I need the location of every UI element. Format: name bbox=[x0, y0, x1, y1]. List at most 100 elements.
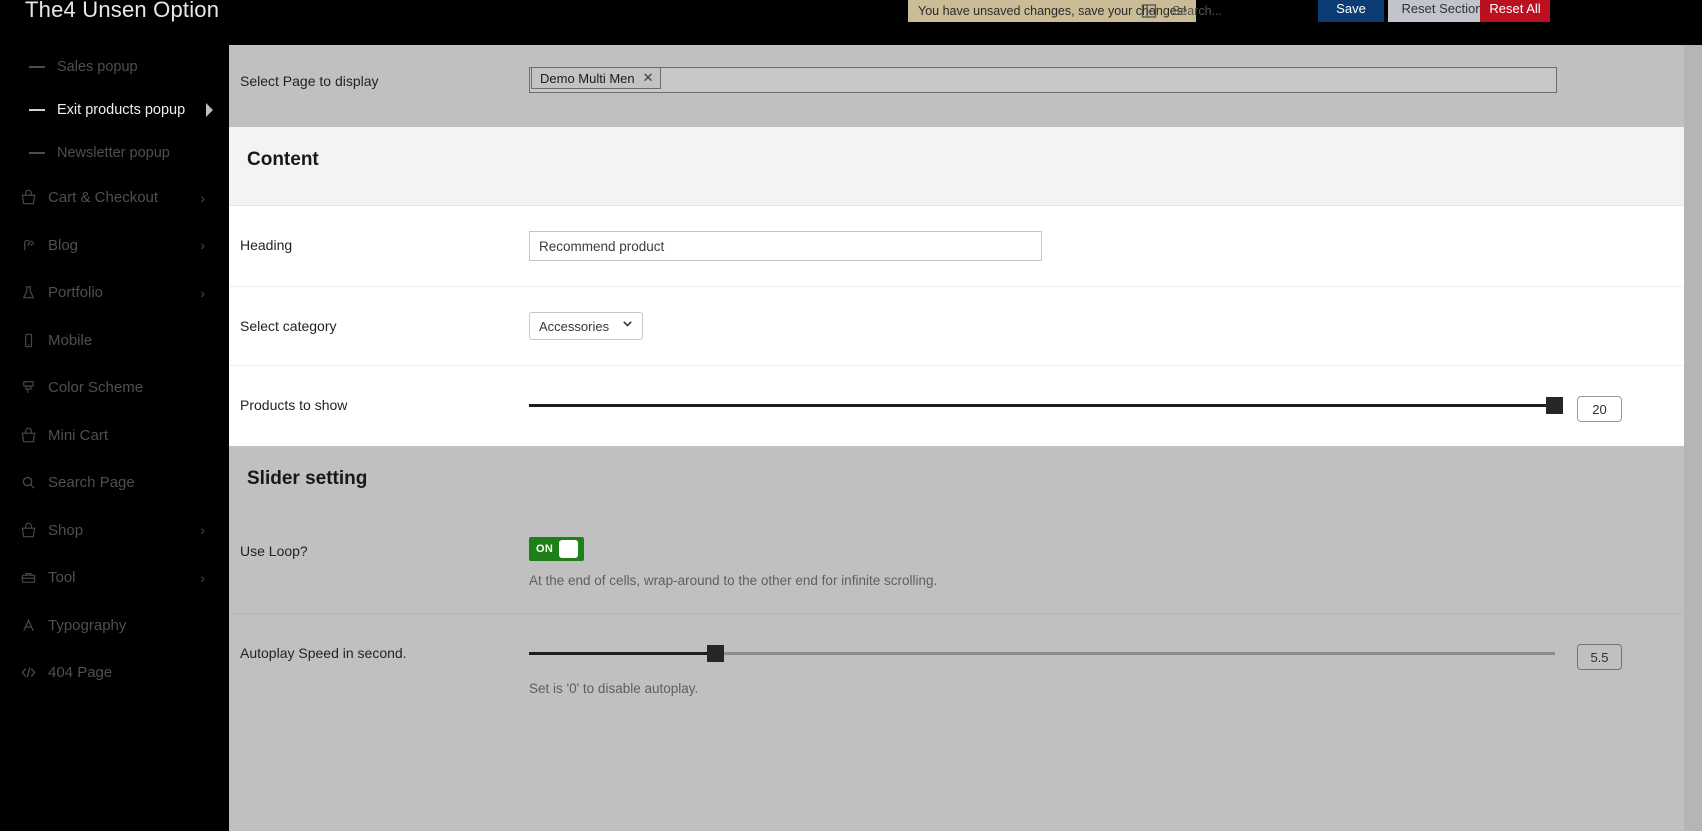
blog-icon bbox=[18, 235, 38, 255]
mobile-icon bbox=[18, 330, 38, 350]
reset-all-button[interactable]: Reset All bbox=[1480, 0, 1550, 22]
sidebar-item-label: Mini Cart bbox=[48, 426, 109, 444]
category-select-wrap: Accessories bbox=[529, 312, 643, 340]
chevron-right-icon: › bbox=[200, 189, 205, 206]
field-label: Autoplay Speed in second. bbox=[240, 645, 407, 661]
slider-fill bbox=[529, 404, 1555, 407]
chevron-right-icon: › bbox=[200, 284, 205, 301]
cart-icon bbox=[18, 425, 38, 445]
toolbox-icon bbox=[18, 568, 38, 588]
field-helper-text: At the end of cells, wrap-around to the … bbox=[529, 573, 938, 588]
sidebar-item-label: Cart & Checkout bbox=[48, 189, 159, 207]
sidebar-item-shop[interactable]: Shop › bbox=[0, 507, 229, 555]
options-inner: Select Page to display Demo Multi Men ✕ … bbox=[229, 45, 1684, 721]
autoplay-speed-slider[interactable] bbox=[529, 639, 1684, 670]
sidebar-item-color-scheme[interactable]: Color Scheme bbox=[0, 364, 229, 412]
sidebar-item-label: Sales popup bbox=[57, 58, 138, 75]
remove-tag-icon[interactable]: ✕ bbox=[643, 70, 654, 86]
products-to-show-slider[interactable] bbox=[529, 391, 1684, 422]
chevron-right-icon: › bbox=[200, 237, 205, 254]
category-select[interactable]: Accessories bbox=[529, 312, 643, 340]
page-title: The4 Unsen Option bbox=[25, 0, 220, 22]
toggle-knob bbox=[559, 540, 579, 558]
tag-label: Demo Multi Men bbox=[540, 70, 635, 86]
field-control: Demo Multi Men ✕ bbox=[529, 67, 1684, 93]
field-heading: Heading bbox=[229, 206, 1684, 287]
sidebar-item-sales-popup[interactable]: Sales popup bbox=[0, 45, 229, 88]
section-content: Content Heading Select category Accessor… bbox=[229, 127, 1684, 446]
field-select-page-to-display: Select Page to display Demo Multi Men ✕ bbox=[229, 45, 1684, 127]
sidebar-item-label: Blog bbox=[48, 236, 79, 254]
options-panel-app: The4 Unsen Option You have unsaved chang… bbox=[0, 0, 1702, 831]
sidebar-item-blog[interactable]: Blog › bbox=[0, 222, 229, 270]
sidebar-item-label: Newsletter popup bbox=[57, 144, 170, 161]
search-input[interactable] bbox=[1172, 0, 1322, 22]
field-control bbox=[529, 391, 1684, 422]
cart-icon bbox=[18, 188, 38, 208]
sidebar-item-label: Mobile bbox=[48, 331, 93, 349]
sidebar: Sales popup Exit products popup Newslett… bbox=[0, 45, 229, 831]
field-autoplay-speed: Autoplay Speed in second. Set is '0' to … bbox=[229, 614, 1684, 721]
chevron-right-icon: › bbox=[200, 569, 205, 586]
search-icon bbox=[18, 473, 38, 493]
typography-icon bbox=[18, 615, 38, 635]
heading-input[interactable] bbox=[529, 231, 1042, 261]
chevron-right-icon: › bbox=[200, 522, 205, 539]
sidebar-item-label: Color Scheme bbox=[48, 379, 144, 397]
field-label: Products to show bbox=[240, 397, 348, 413]
field-select-category: Select category Accessories bbox=[229, 287, 1684, 366]
sidebar-item-exit-products-popup[interactable]: Exit products popup bbox=[0, 88, 229, 131]
sidebar-item-label: Shop bbox=[48, 521, 84, 539]
field-label: Use Loop? bbox=[240, 543, 308, 559]
section-title-slider-setting: Slider setting bbox=[229, 446, 1684, 512]
dash-icon bbox=[29, 65, 45, 68]
field-control bbox=[529, 231, 1684, 261]
sidebar-item-search-page[interactable]: Search Page bbox=[0, 459, 229, 507]
sidebar-item-label: 404 Page bbox=[48, 664, 113, 682]
sidebar-item-label: Exit products popup bbox=[57, 101, 186, 118]
sidebar-item-tool[interactable]: Tool › bbox=[0, 554, 229, 602]
sidebar-item-newsletter-popup[interactable]: Newsletter popup bbox=[0, 131, 229, 174]
sidebar-item-portfolio[interactable]: Portfolio › bbox=[0, 269, 229, 317]
slider-handle[interactable] bbox=[706, 645, 724, 662]
top-bar: The4 Unsen Option You have unsaved chang… bbox=[0, 0, 1702, 45]
field-label: Select category bbox=[240, 318, 337, 334]
sidebar-item-404-page[interactable]: 404 Page bbox=[0, 649, 229, 697]
section-slider-setting: Slider setting Use Loop? ON At the end o… bbox=[229, 446, 1684, 721]
use-loop-toggle[interactable]: ON bbox=[529, 537, 584, 561]
field-helper-text: Set is '0' to disable autoplay. bbox=[529, 681, 699, 696]
sidebar-item-cart-checkout[interactable]: Cart & Checkout › bbox=[0, 174, 229, 222]
flask-icon bbox=[18, 283, 38, 303]
sidebar-item-label: Typography bbox=[48, 616, 127, 634]
page-multiselect[interactable]: Demo Multi Men ✕ bbox=[529, 67, 1557, 93]
field-control: Accessories bbox=[529, 312, 1684, 340]
cart-icon bbox=[18, 520, 38, 540]
dash-icon bbox=[29, 108, 45, 111]
active-pointer-icon bbox=[206, 102, 213, 117]
sidebar-item-mini-cart[interactable]: Mini Cart bbox=[0, 412, 229, 460]
dash-icon bbox=[29, 151, 45, 154]
field-label: Select Page to display bbox=[240, 73, 379, 89]
vertical-scrollbar[interactable] bbox=[1684, 45, 1702, 831]
field-control: Set is '0' to disable autoplay. bbox=[529, 639, 1684, 696]
section-title-content: Content bbox=[229, 127, 1684, 206]
brush-icon bbox=[18, 378, 38, 398]
sidebar-item-mobile[interactable]: Mobile bbox=[0, 317, 229, 365]
sidebar-item-label: Portfolio bbox=[48, 284, 104, 302]
sidebar-item-label: Tool bbox=[48, 569, 76, 587]
sidebar-item-typography[interactable]: Typography bbox=[0, 602, 229, 650]
collapse-menu-icon[interactable] bbox=[1141, 3, 1157, 19]
slider-handle[interactable] bbox=[1546, 397, 1563, 414]
options-content: Select Page to display Demo Multi Men ✕ … bbox=[229, 45, 1702, 831]
code-icon bbox=[18, 663, 38, 683]
slider-fill bbox=[529, 652, 716, 655]
toggle-state-label: ON bbox=[536, 543, 554, 555]
sidebar-item-label: Search Page bbox=[48, 474, 135, 492]
field-products-to-show: Products to show bbox=[229, 366, 1684, 446]
products-to-show-value[interactable] bbox=[1577, 396, 1622, 422]
autoplay-speed-value[interactable] bbox=[1577, 644, 1622, 670]
field-use-loop: Use Loop? ON At the end of cells, wrap-a… bbox=[229, 512, 1684, 614]
field-control: ON At the end of cells, wrap-around to t… bbox=[529, 537, 1684, 588]
selected-page-tag[interactable]: Demo Multi Men ✕ bbox=[531, 67, 661, 89]
save-button[interactable]: Save bbox=[1318, 0, 1384, 22]
